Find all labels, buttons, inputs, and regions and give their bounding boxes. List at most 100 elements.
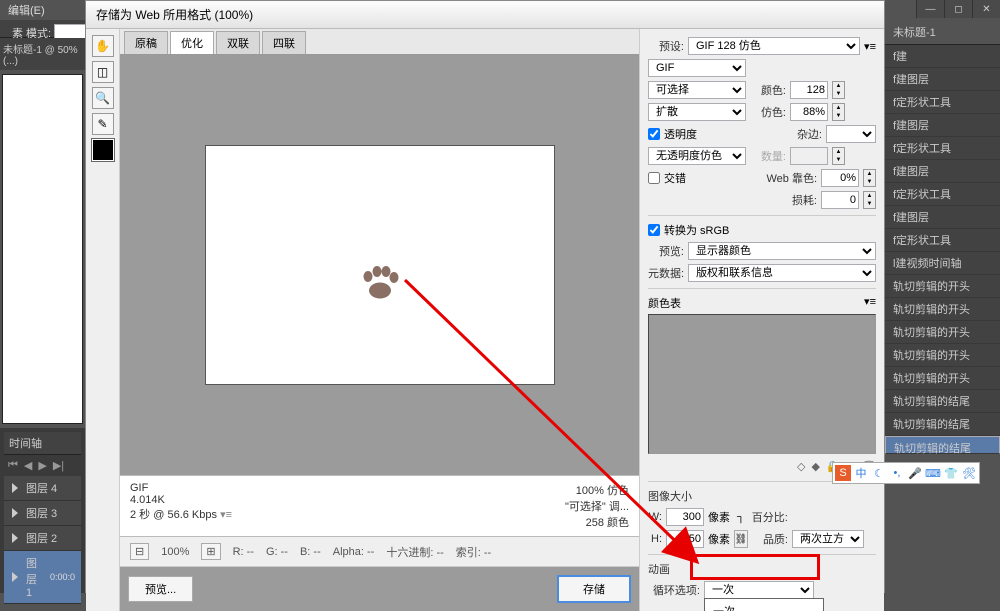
tl-first-icon[interactable]: ⏮ <box>8 459 18 472</box>
tab-optimized[interactable]: 优化 <box>170 31 214 54</box>
srgb-checkbox[interactable] <box>648 224 660 236</box>
dither-pct-input[interactable] <box>790 103 828 121</box>
history-item[interactable]: l建视频时间轴 <box>885 252 1000 275</box>
ime-punct-icon[interactable]: •, <box>889 465 905 481</box>
save-button[interactable]: 存储 <box>557 575 631 603</box>
tab-4up[interactable]: 四联 <box>262 31 306 54</box>
history-item[interactable]: f建图层 <box>885 114 1000 137</box>
interlace-checkbox[interactable] <box>648 172 660 184</box>
spinner-icon[interactable]: ▲▼ <box>832 81 845 99</box>
history-item[interactable]: 轨切剪辑的开头 <box>885 367 1000 390</box>
width-input[interactable] <box>666 508 704 526</box>
height-input[interactable] <box>666 530 704 548</box>
ime-toolbar[interactable]: S 中 ☾ •, 🎤 ⌨ 👕 🛠 <box>832 462 980 484</box>
history-item[interactable]: f定形状工具 <box>885 137 1000 160</box>
color-table[interactable] <box>648 314 876 454</box>
menu-icon[interactable]: ▾≡ <box>864 40 876 53</box>
history-item[interactable]: 轨切剪辑的开头 <box>885 275 1000 298</box>
history-item[interactable]: 轨切剪辑的开头 <box>885 321 1000 344</box>
tab-original[interactable]: 原稿 <box>124 31 168 54</box>
history-item[interactable]: 轨切剪辑的开头 <box>885 298 1000 321</box>
slice-tool-icon[interactable]: ◫ <box>92 61 114 83</box>
zoom-out-button[interactable]: ⊟ <box>130 543 149 560</box>
lossy-input[interactable] <box>821 191 859 209</box>
document-canvas[interactable] <box>2 74 83 424</box>
dialog-title: 存储为 Web 所用格式 (100%) <box>86 1 884 29</box>
link-icon[interactable]: ⛓ <box>734 530 748 548</box>
preset-select[interactable]: GIF 128 仿色 <box>688 37 860 55</box>
spinner-icon[interactable]: ▲▼ <box>832 103 845 121</box>
history-title: 未标题-1 <box>885 20 1000 45</box>
layer-row[interactable]: 图层 3 <box>4 501 81 526</box>
loop-label: 循环选项: <box>648 582 700 598</box>
layer-row[interactable]: 图层 2 <box>4 526 81 551</box>
px-label: 像素 <box>708 531 730 547</box>
history-item[interactable]: f建图层 <box>885 206 1000 229</box>
history-item[interactable]: 轨切剪辑的开头 <box>885 344 1000 367</box>
ime-lang-icon[interactable]: 中 <box>853 465 869 481</box>
loop-option-once[interactable]: 一次 <box>705 599 823 611</box>
history-item[interactable]: 轨切剪辑的结尾 <box>885 413 1000 436</box>
spinner-icon[interactable]: ▲▼ <box>863 169 876 187</box>
history-item[interactable]: f建 <box>885 45 1000 68</box>
tl-prev-icon[interactable]: ◀ <box>24 459 32 472</box>
tl-next-icon[interactable]: ▶| <box>53 459 64 472</box>
ime-mic-icon[interactable]: 🎤 <box>907 465 923 481</box>
tl-play-icon[interactable]: ▶ <box>38 459 46 472</box>
ime-logo-icon[interactable]: S <box>835 465 851 481</box>
layer-row[interactable]: 图层 4 <box>4 476 81 501</box>
history-item[interactable]: f定形状工具 <box>885 183 1000 206</box>
menu-icon[interactable]: ▾≡ <box>864 295 876 308</box>
colors-input[interactable] <box>790 81 828 99</box>
tab-2up[interactable]: 双联 <box>216 31 260 54</box>
websnap-input[interactable] <box>821 169 859 187</box>
percent-label: 百分比: <box>752 509 788 525</box>
ime-tool-icon[interactable]: 🛠 <box>961 465 977 481</box>
meta-select[interactable]: 版权和联系信息 <box>688 264 876 282</box>
color-swatch[interactable] <box>92 139 114 161</box>
algorithm-select[interactable]: 可选择 <box>648 81 746 99</box>
zoom-tool-icon[interactable]: 🔍 <box>92 87 114 109</box>
info-size: 4.014K <box>130 494 232 506</box>
history-item[interactable]: 轨切剪辑的结尾 <box>885 390 1000 413</box>
eyedropper-tool-icon[interactable]: ✎ <box>92 113 114 135</box>
preview-button[interactable]: 预览... <box>128 576 193 602</box>
minimize-button[interactable]: — <box>916 0 944 18</box>
history-item[interactable]: f建图层 <box>885 68 1000 91</box>
transparency-checkbox[interactable] <box>648 128 660 140</box>
hand-tool-icon[interactable]: ✋ <box>92 35 114 57</box>
ct-icon[interactable]: ◇ <box>797 460 805 473</box>
ct-icon[interactable]: ◆ <box>811 460 819 473</box>
loop-select[interactable]: 一次 <box>704 581 814 599</box>
preview-area[interactable] <box>120 55 639 475</box>
maximize-button[interactable]: ◻ <box>944 0 972 18</box>
info-dither: 100% 仿色 <box>565 482 629 498</box>
ime-keyboard-icon[interactable]: ⌨ <box>925 465 941 481</box>
history-item[interactable]: f定形状工具 <box>885 91 1000 114</box>
history-item[interactable]: 轨切剪辑的结尾 <box>885 436 1000 454</box>
paw-icon <box>358 263 402 306</box>
layer-row[interactable]: 图层 10:00:0 <box>4 551 81 604</box>
ime-moon-icon[interactable]: ☾ <box>871 465 887 481</box>
chevron-icon <box>12 508 18 518</box>
info-time: 2 秒 @ 56.6 Kbps <box>130 509 217 521</box>
ime-skin-icon[interactable]: 👕 <box>943 465 959 481</box>
history-item[interactable]: f建图层 <box>885 160 1000 183</box>
matte-select[interactable] <box>826 125 876 143</box>
menu-edit[interactable]: 编辑(E) <box>8 5 45 17</box>
close-button[interactable]: ✕ <box>972 0 1000 18</box>
history-item[interactable]: f定形状工具 <box>885 229 1000 252</box>
timeline-header[interactable]: 时间轴 <box>4 432 81 455</box>
layer-label: 图层 2 <box>26 530 57 546</box>
trans-dither-select[interactable]: 无透明度仿色 <box>648 147 746 165</box>
zoom-value[interactable]: 100% <box>161 546 189 558</box>
format-select[interactable]: GIF <box>648 59 746 77</box>
status-g: G: -- <box>266 546 288 558</box>
dither-select[interactable]: 扩散 <box>648 103 746 121</box>
preview-select[interactable]: 显示器颜色 <box>688 242 876 260</box>
amount-label: 数量: <box>750 148 786 164</box>
quality-select[interactable]: 两次立方 <box>792 530 864 548</box>
doc-tab[interactable]: 未标题-1 @ 50% (...) <box>0 38 85 70</box>
spinner-icon[interactable]: ▲▼ <box>863 191 876 209</box>
zoom-in-button[interactable]: ⊞ <box>201 543 220 560</box>
